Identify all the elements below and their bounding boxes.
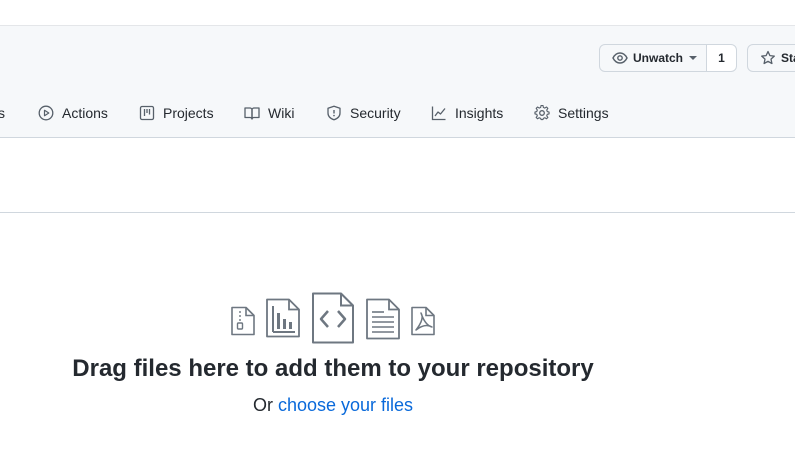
- tab-insights[interactable]: Insights: [431, 96, 503, 130]
- file-pdf-icon: [411, 306, 435, 336]
- table-icon: [139, 105, 155, 121]
- gear-icon: [534, 105, 550, 121]
- tab-label: Wiki: [268, 105, 295, 121]
- tab-pull-requests[interactable]: s: [0, 96, 5, 130]
- tab-wiki[interactable]: Wiki: [244, 96, 294, 130]
- eye-icon: [612, 52, 628, 64]
- file-chart-icon: [266, 298, 300, 338]
- tab-settings[interactable]: Settings: [534, 96, 609, 130]
- tab-label: Projects: [163, 105, 214, 121]
- star-icon: [761, 50, 775, 65]
- play-icon: [38, 105, 54, 121]
- unwatch-button[interactable]: Unwatch: [599, 44, 707, 72]
- tab-label: Security: [350, 105, 401, 121]
- tab-actions[interactable]: Actions: [38, 96, 108, 130]
- tab-projects[interactable]: Projects: [139, 96, 214, 130]
- unwatch-label: Unwatch: [633, 51, 684, 65]
- tab-security[interactable]: Security: [326, 96, 401, 130]
- chevron-down-icon: [689, 56, 698, 60]
- file-zip-icon: [231, 306, 255, 336]
- file-type-illustration: [229, 292, 439, 344]
- file-text-icon: [366, 298, 400, 340]
- tab-label: Actions: [62, 105, 108, 121]
- book-icon: [244, 107, 260, 120]
- graph-icon: [431, 106, 446, 121]
- choose-files-link[interactable]: choose your files: [278, 395, 413, 415]
- drop-zone-title: Drag files here to add them to your repo…: [72, 355, 594, 382]
- tab-label: s: [0, 105, 5, 121]
- tab-label: Settings: [558, 105, 609, 121]
- watchers-count[interactable]: 1: [706, 44, 737, 72]
- or-text: Or: [252, 395, 273, 415]
- file-code-icon: [312, 292, 354, 344]
- divider: [0, 212, 795, 213]
- shield-icon: [327, 105, 341, 121]
- repo-nav-tabs: s Actions Projects Wiki Security Insight…: [0, 96, 795, 130]
- tab-label: Insights: [455, 105, 504, 121]
- star-button[interactable]: Star: [747, 44, 795, 72]
- choose-files-line: Or choose your files: [0, 395, 666, 416]
- star-label: Star: [781, 51, 795, 65]
- top-bar: [0, 0, 795, 26]
